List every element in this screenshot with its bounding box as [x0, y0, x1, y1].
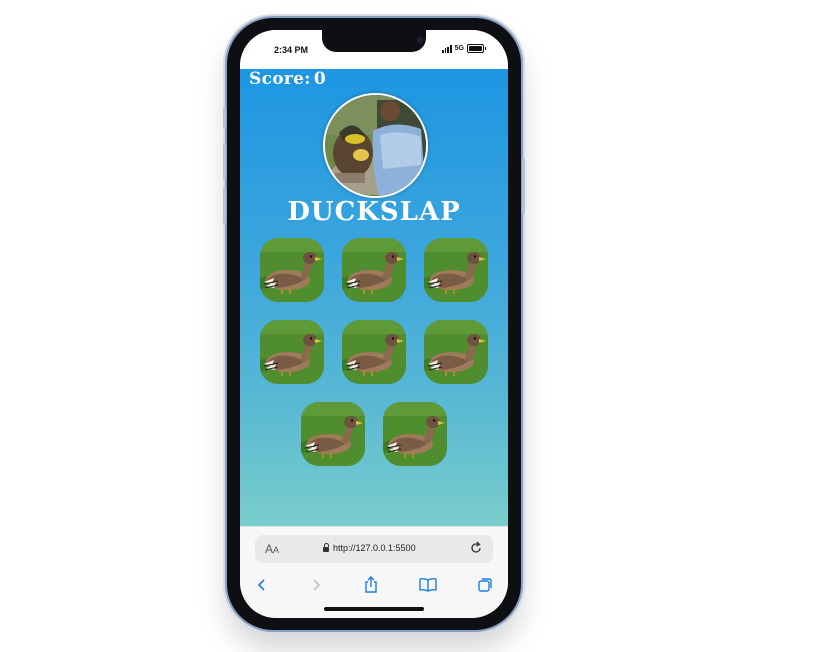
browser-toolbar: AA http://127.0.0.1:5500	[240, 526, 508, 618]
signal-icon	[442, 45, 452, 53]
score-display: Score: 0	[246, 69, 326, 89]
duck-image	[424, 238, 488, 302]
score-value: 0	[313, 69, 326, 89]
tabs-icon[interactable]	[473, 573, 497, 597]
duck-tile[interactable]	[342, 320, 406, 384]
game-area: Score: 0 DUCKSLAP	[240, 69, 508, 526]
network-label: 5G	[454, 45, 464, 52]
duck-image	[342, 238, 406, 302]
duck-tile[interactable]	[260, 320, 324, 384]
forward-icon[interactable]	[304, 573, 328, 597]
lock-icon	[323, 542, 329, 552]
volume-up-button	[223, 143, 226, 179]
score-label: Score:	[249, 69, 311, 89]
battery-icon	[467, 44, 486, 53]
reload-icon[interactable]	[469, 541, 483, 560]
address-bar[interactable]: AA http://127.0.0.1:5500	[255, 535, 493, 563]
duck-tile[interactable]	[260, 238, 324, 302]
url-display[interactable]: http://127.0.0.1:5500	[323, 542, 416, 553]
status-bar: 2:34 PM 5G	[240, 30, 508, 69]
duck-tile[interactable]	[424, 320, 488, 384]
duck-tile[interactable]	[342, 238, 406, 302]
phone-screen: 2:34 PM 5G Score: 0 DUCKSLAP AA http://1…	[240, 30, 508, 618]
duck-image	[383, 402, 447, 466]
duck-image	[424, 320, 488, 384]
game-title: DUCKSLAP	[287, 197, 461, 227]
power-button	[522, 158, 525, 214]
volume-down-button	[223, 188, 226, 224]
back-icon[interactable]	[250, 573, 274, 597]
browser-nav	[240, 573, 508, 597]
duck-image	[342, 320, 406, 384]
duck-image	[260, 320, 324, 384]
bookmarks-icon[interactable]	[416, 573, 440, 597]
status-indicators: 5G	[442, 44, 486, 53]
share-icon[interactable]	[359, 573, 383, 597]
duck-image	[301, 402, 365, 466]
duckslap-logo-image	[323, 93, 428, 198]
url-text: http://127.0.0.1:5500	[333, 543, 416, 553]
duck-image	[260, 238, 324, 302]
silent-switch	[223, 108, 226, 128]
status-time: 2:34 PM	[274, 45, 309, 55]
duck-tile[interactable]	[424, 238, 488, 302]
notch	[322, 30, 426, 52]
text-size-button[interactable]: AA	[265, 542, 279, 556]
camera-icon	[417, 37, 423, 43]
duck-tile[interactable]	[383, 402, 447, 466]
phone-frame: 2:34 PM 5G Score: 0 DUCKSLAP AA http://1…	[223, 18, 525, 630]
duck-tile[interactable]	[301, 402, 365, 466]
home-indicator[interactable]	[324, 607, 424, 611]
